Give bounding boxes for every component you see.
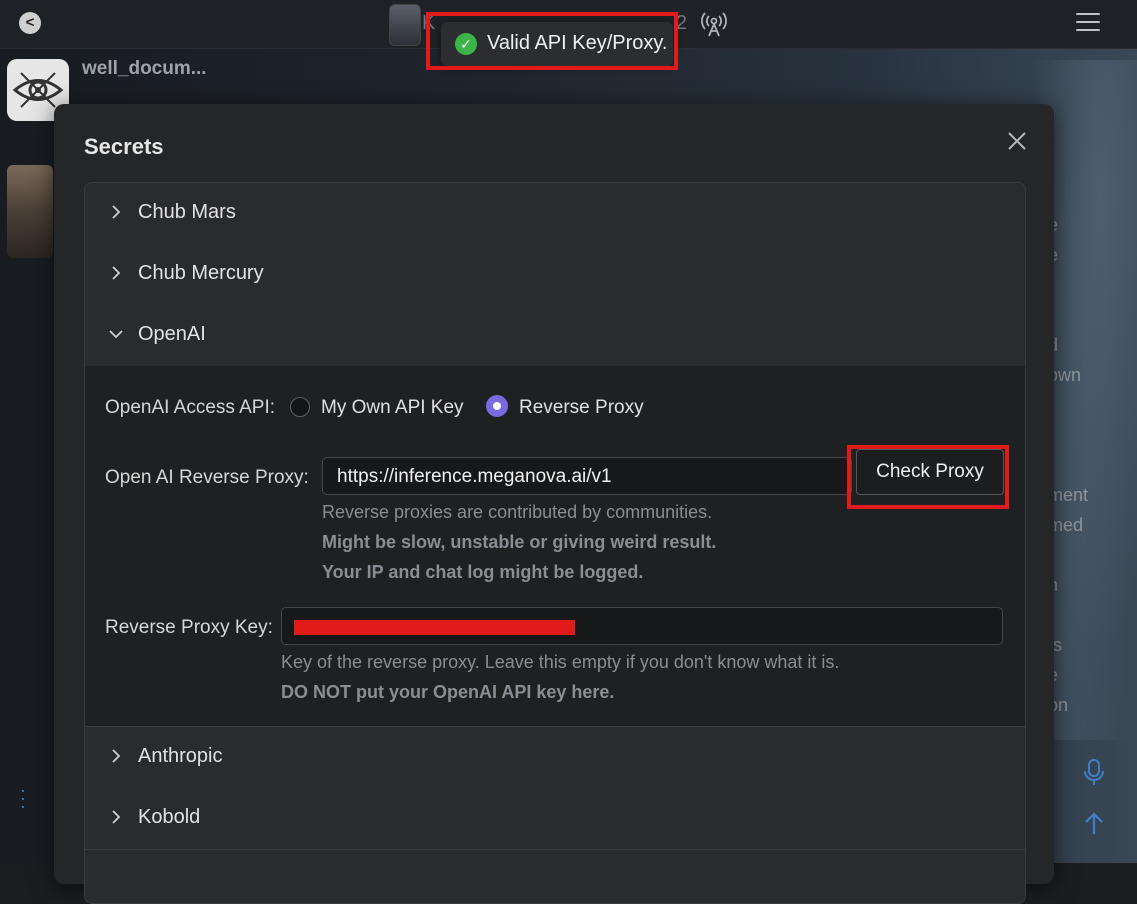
radio-own-api-key[interactable] (290, 397, 310, 417)
reverse-proxy-key-label: Reverse Proxy Key: (105, 617, 273, 638)
accordion-anthropic[interactable]: Anthropic (85, 727, 1025, 789)
chevron-down-icon (109, 330, 123, 339)
proxy-warning-2: Your IP and chat log might be logged. (322, 562, 644, 582)
antenna-icon[interactable] (700, 10, 728, 38)
accordion-openai[interactable]: OpenAI (85, 305, 1025, 367)
key-warning: DO NOT put your OpenAI API key here. (281, 682, 615, 702)
options-dots-icon[interactable]: · · · (20, 781, 26, 815)
key-help-text: Key of the reverse proxy. Leave this emp… (281, 652, 840, 672)
proxy-warning-1: Might be slow, unstable or giving weird … (322, 532, 717, 552)
reverse-proxy-value: https://inference.meganova.ai/v1 (337, 466, 612, 487)
accordion-label: Chub Mars (138, 201, 236, 223)
chevron-right-icon (112, 205, 121, 219)
accordion-chub-mars[interactable]: Chub Mars (85, 183, 1025, 245)
accordion-label: Anthropic (138, 745, 223, 767)
openai-settings-panel: OpenAI Access API: My Own API Key Revers… (85, 366, 1025, 727)
accordion-label: Chub Mercury (138, 262, 264, 284)
back-button[interactable]: < (19, 12, 41, 34)
highlight-box-toast (426, 12, 678, 70)
accordion-kobold[interactable]: Kobold (85, 788, 1025, 850)
hamburger-menu-icon[interactable] (1076, 13, 1100, 33)
background-chat-text: e e d own r ment med n ts e on (1048, 215, 1089, 715)
chevron-right-icon (112, 266, 121, 280)
highlight-box-check-proxy (847, 445, 1009, 509)
redaction-bar (294, 620, 575, 635)
access-api-label: OpenAI Access API: (105, 397, 276, 418)
proxy-help-text: Reverse proxies are contributed by commu… (322, 502, 713, 522)
send-arrow-icon[interactable] (1082, 810, 1106, 836)
radio-own-api-key-label[interactable]: My Own API Key (321, 397, 464, 419)
close-icon[interactable] (1006, 130, 1028, 152)
radio-reverse-proxy[interactable] (486, 395, 508, 417)
character-name: well_docum... (82, 58, 207, 79)
character-avatar-small[interactable] (389, 4, 421, 46)
chevron-right-icon (112, 810, 121, 824)
radio-reverse-proxy-label[interactable]: Reverse Proxy (519, 397, 644, 419)
chat-thumbnail[interactable] (7, 165, 53, 258)
reverse-proxy-label: Open AI Reverse Proxy: (105, 467, 309, 488)
accordion-label: Kobold (138, 806, 201, 828)
reverse-proxy-input[interactable]: https://inference.meganova.ai/v1 (322, 457, 852, 495)
chevron-right-icon (112, 749, 121, 763)
accordion-label: OpenAI (138, 323, 206, 345)
modal-title: Secrets (84, 134, 164, 159)
accordion-chub-mercury[interactable]: Chub Mercury (85, 244, 1025, 306)
microphone-icon[interactable] (1082, 758, 1106, 786)
secrets-accordion: Chub Mars Chub Mercury OpenAI OpenAI Acc… (84, 182, 1026, 904)
